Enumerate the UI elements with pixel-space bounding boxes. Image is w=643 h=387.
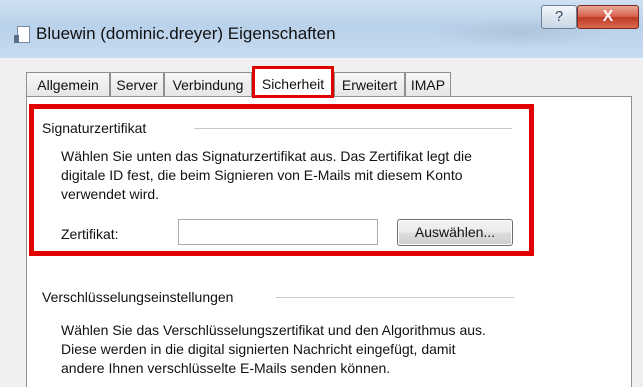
tab-erweitert[interactable]: Erweitert <box>334 72 405 96</box>
window-title: Bluewin (dominic.dreyer) Eigenschaften <box>36 24 336 43</box>
tab-sicherheit[interactable]: Sicherheit <box>252 66 334 98</box>
account-properties-icon <box>14 26 30 44</box>
tab-allgemein[interactable]: Allgemein <box>26 72 110 96</box>
highlight-box <box>29 104 534 256</box>
tab-imap[interactable]: IMAP <box>405 72 451 96</box>
encryption-description: Wählen Sie das Verschlüsselungszertifika… <box>61 322 486 376</box>
group-divider <box>276 297 514 298</box>
tab-verbindung[interactable]: Verbindung <box>164 72 252 96</box>
close-button[interactable]: X <box>577 5 639 29</box>
tab-server[interactable]: Server <box>110 72 164 96</box>
help-button[interactable]: ? <box>541 5 577 29</box>
encryption-group-title: Verschlüsselungseinstellungen <box>42 289 234 305</box>
